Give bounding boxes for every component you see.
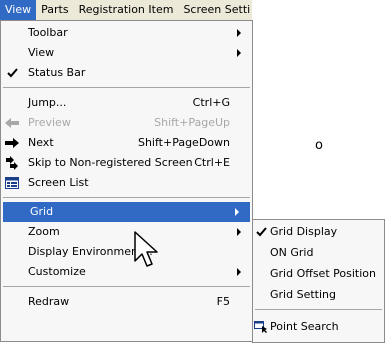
menu-item-view[interactable]: View bbox=[1, 43, 252, 63]
submenu-arrow-icon bbox=[235, 208, 239, 216]
menu-item-label: ON Grid bbox=[270, 246, 314, 259]
menu-item-redraw[interactable]: Redraw F5 bbox=[1, 292, 252, 312]
menu-bar: View Parts Registration Item Screen Sett… bbox=[0, 0, 252, 21]
menu-item-label: Screen List bbox=[28, 176, 89, 189]
submenu-item-on-grid[interactable]: ON Grid bbox=[253, 243, 384, 263]
menu-item-next[interactable]: Next Shift+PageDown bbox=[1, 133, 252, 153]
menu-item-shortcut: F5 bbox=[216, 295, 230, 308]
menu-item-skip-non-registered[interactable]: Skip to Non-registered Screen Ctrl+E bbox=[1, 153, 252, 173]
menu-item-zoom[interactable]: Zoom bbox=[1, 222, 252, 242]
submenu-item-grid-setting[interactable]: Grid Setting bbox=[253, 285, 384, 305]
menu-item-display-environment[interactable]: Display Environment... bbox=[1, 242, 252, 262]
menu-item-jump[interactable]: Jump... Ctrl+G bbox=[1, 93, 252, 113]
submenu-arrow-icon bbox=[237, 228, 241, 236]
grid-submenu: Grid Display ON Grid Grid Offset Positio… bbox=[252, 219, 385, 343]
menu-item-customize[interactable]: Customize bbox=[1, 262, 252, 282]
submenu-arrow-icon bbox=[237, 49, 241, 57]
menu-item-grid[interactable]: Grid bbox=[3, 202, 250, 222]
menu-item-label: Preview bbox=[28, 116, 71, 129]
skip-arrows-icon bbox=[1, 153, 23, 173]
background-text: o bbox=[315, 138, 323, 153]
submenu-item-grid-offset-position[interactable]: Grid Offset Position bbox=[253, 264, 384, 284]
arrow-left-icon bbox=[1, 113, 23, 133]
submenu-arrow-icon bbox=[237, 29, 241, 37]
menu-item-label: View bbox=[28, 46, 55, 59]
point-search-icon bbox=[253, 317, 269, 337]
menu-separator bbox=[3, 87, 250, 88]
menu-screen-settings[interactable]: Screen Setti bbox=[178, 0, 252, 20]
menu-item-shortcut: Ctrl+G bbox=[192, 96, 230, 109]
menu-item-preview: Preview Shift+PageUp bbox=[1, 113, 252, 133]
menu-registration-item[interactable]: Registration Item bbox=[74, 0, 179, 20]
menu-item-label: Customize bbox=[28, 265, 86, 278]
menu-item-screen-list[interactable]: Screen List bbox=[1, 173, 252, 193]
submenu-item-point-search[interactable]: Point Search bbox=[253, 317, 384, 337]
menu-separator bbox=[255, 309, 382, 310]
menu-item-shortcut: Shift+PageDown bbox=[137, 136, 230, 149]
menu-item-label: Grid bbox=[30, 205, 54, 218]
menu-item-label: Next bbox=[28, 136, 54, 149]
menu-view[interactable]: View bbox=[0, 0, 37, 20]
checkmark-icon bbox=[253, 222, 269, 242]
menu-parts[interactable]: Parts bbox=[36, 0, 73, 20]
menu-item-label: Point Search bbox=[270, 320, 339, 333]
menu-separator bbox=[3, 286, 250, 287]
menu-item-label: Grid Display bbox=[270, 225, 338, 238]
menu-item-label: Jump... bbox=[28, 96, 67, 109]
menu-item-shortcut: Ctrl+E bbox=[194, 156, 230, 169]
mouse-cursor-icon bbox=[134, 231, 158, 267]
menu-item-label: Grid Setting bbox=[270, 288, 336, 301]
submenu-arrow-icon bbox=[237, 268, 241, 276]
screen-list-icon bbox=[1, 173, 23, 193]
menu-item-shortcut: Shift+PageUp bbox=[154, 116, 230, 129]
menu-item-status-bar[interactable]: Status Bar bbox=[1, 63, 252, 83]
menu-item-label: Zoom bbox=[28, 225, 60, 238]
menu-item-toolbar[interactable]: Toolbar bbox=[1, 23, 252, 43]
menu-item-label: Status Bar bbox=[28, 66, 86, 79]
view-dropdown-menu: Toolbar View Status Bar Jump... Ctrl+G P… bbox=[0, 20, 253, 342]
submenu-item-grid-display[interactable]: Grid Display bbox=[253, 222, 384, 242]
menu-item-label: Redraw bbox=[28, 295, 70, 308]
checkmark-icon bbox=[1, 63, 23, 83]
menu-item-label: Grid Offset Position bbox=[270, 267, 376, 280]
menu-item-label: Skip to Non-registered Screen bbox=[28, 156, 193, 169]
arrow-right-icon bbox=[1, 133, 23, 153]
menu-separator bbox=[3, 197, 250, 198]
menu-item-label: Toolbar bbox=[28, 26, 68, 39]
